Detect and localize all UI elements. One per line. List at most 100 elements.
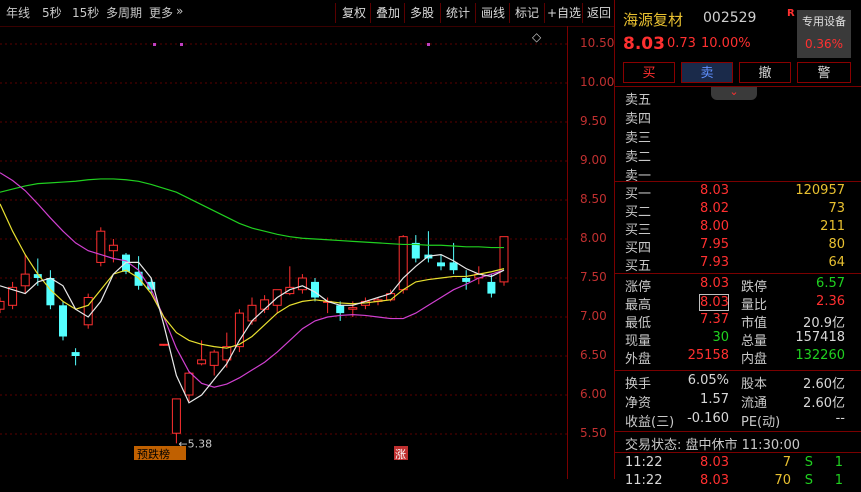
buy-order-label: 买三 bbox=[625, 223, 652, 238]
fund-value: 2.60亿 bbox=[803, 377, 845, 392]
fund-label: 流通 bbox=[741, 396, 768, 411]
event-marker-dot bbox=[180, 43, 183, 46]
cancel-order-button[interactable]: 撤 bbox=[739, 62, 791, 83]
buy-order-label: 买四 bbox=[625, 241, 652, 256]
candle-body bbox=[184, 372, 194, 396]
stat-label: 最高 bbox=[625, 298, 652, 313]
trade-status: 交易状态: 盘中休市 11:30:00 bbox=[625, 438, 801, 453]
fund-row: 净资 1.57 流通 2.60亿 bbox=[615, 392, 861, 411]
stat-value: 2.36 bbox=[816, 294, 845, 309]
candle-body bbox=[297, 277, 307, 291]
buy-button[interactable]: 买 bbox=[623, 62, 675, 83]
stat-label: 最低 bbox=[625, 316, 652, 331]
more-arrow-icon[interactable]: » bbox=[176, 4, 183, 18]
chart-toolbar: 年线 5秒 15秒 多周期 更多 » 复权 叠加 多股 统计 画线 标记 +自选… bbox=[0, 0, 614, 27]
candle-body bbox=[20, 273, 30, 287]
candle-body bbox=[411, 242, 420, 259]
stat-value: 6.57 bbox=[816, 276, 845, 291]
tick-direction: S bbox=[804, 473, 813, 488]
candle-body bbox=[311, 281, 319, 298]
add-watchlist-button[interactable]: +自选 bbox=[547, 4, 581, 21]
buy-order-volume: 64 bbox=[828, 255, 845, 270]
candle-body bbox=[197, 359, 207, 365]
candle-body bbox=[348, 307, 358, 310]
stat-label: 总量 bbox=[741, 334, 768, 349]
fund-value: -- bbox=[835, 411, 845, 426]
draw-line-button[interactable]: 画线 bbox=[481, 4, 505, 21]
stat-value: 8.03 bbox=[699, 294, 729, 311]
y-tick-label: 9.50 bbox=[580, 114, 607, 128]
stat-row: 涨停 8.03 跌停 6.57 bbox=[615, 276, 861, 295]
candle-body bbox=[336, 305, 345, 314]
buy-order-label: 买二 bbox=[625, 205, 652, 220]
sector-name: 专用设备 bbox=[802, 15, 846, 28]
fund-label: 净资 bbox=[625, 396, 652, 411]
quote-panel: 海源复材 002529 R 专用设备 0.36% 8.03 0.73 10.00… bbox=[614, 0, 861, 488]
buy-order-row: 买一 8.03 120957 bbox=[615, 183, 861, 202]
period-15s[interactable]: 15秒 bbox=[72, 4, 99, 21]
period-5s[interactable]: 5秒 bbox=[42, 4, 62, 21]
y-tick-label: 7.50 bbox=[580, 270, 607, 284]
stat-row: 外盘 25158 内盘 132260 bbox=[615, 348, 861, 367]
buy-order-price: 7.95 bbox=[700, 237, 729, 252]
mark-button[interactable]: 标记 bbox=[515, 4, 539, 21]
candle-body bbox=[171, 398, 181, 434]
buy-order-row: 买三 8.00 211 bbox=[615, 219, 861, 238]
candle-body bbox=[437, 262, 445, 267]
candle-body bbox=[71, 352, 80, 356]
y-tick-label: 10.00 bbox=[580, 75, 615, 89]
fund-value: -0.160 bbox=[687, 411, 729, 426]
tick-row: 11:22 8.03 7 S 1 bbox=[615, 455, 861, 474]
fund-row: 换手 6.05% 股本 2.60亿 bbox=[615, 373, 861, 392]
stat-label: 涨停 bbox=[625, 280, 652, 295]
sector-box[interactable]: 专用设备 0.36% bbox=[797, 10, 851, 58]
overlay-button[interactable]: 叠加 bbox=[376, 4, 400, 21]
tick-volume: 7 bbox=[782, 455, 791, 470]
multi-period[interactable]: 多周期 bbox=[106, 4, 142, 21]
ma-line-yellow bbox=[0, 203, 505, 349]
y-tick-label: 5.50 bbox=[580, 426, 607, 440]
adjust-button[interactable]: 复权 bbox=[342, 4, 366, 21]
tag-drop-label: 预跌榜 bbox=[137, 447, 170, 461]
chart-settings-icon[interactable]: ◇ bbox=[532, 30, 542, 44]
candlestick-chart[interactable]: ←5.38预跌榜 涨◇ bbox=[0, 26, 567, 479]
sector-change: 0.36% bbox=[804, 37, 844, 51]
period-year[interactable]: 年线 bbox=[6, 4, 30, 21]
candle-body bbox=[0, 300, 5, 310]
fund-row: 收益(三) -0.160 PE(动) -- bbox=[615, 411, 861, 430]
candle-body bbox=[108, 244, 118, 252]
y-tick-label: 6.50 bbox=[580, 348, 607, 362]
stock-name: 海源复材 bbox=[623, 11, 684, 29]
stat-value: 132260 bbox=[795, 348, 845, 363]
tick-price: 8.03 bbox=[700, 473, 729, 488]
buy-order-volume: 120957 bbox=[795, 183, 845, 198]
buy-order-price: 8.00 bbox=[700, 219, 729, 234]
last-price: 8.03 bbox=[623, 34, 665, 54]
candle-body bbox=[449, 262, 458, 271]
candle-body bbox=[462, 278, 471, 282]
back-button[interactable]: 返回 bbox=[587, 4, 611, 21]
y-tick-label: 8.00 bbox=[580, 231, 607, 245]
sell-button[interactable]: 卖 bbox=[681, 62, 733, 83]
stat-label: 市值 bbox=[741, 316, 768, 331]
y-tick-label: 6.00 bbox=[580, 387, 607, 401]
candle-body bbox=[59, 305, 67, 337]
alert-button[interactable]: 警 bbox=[797, 62, 851, 83]
fund-label: 股本 bbox=[741, 377, 768, 392]
tag-rise-label: 涨 bbox=[395, 448, 406, 461]
tick-price: 8.03 bbox=[700, 455, 729, 470]
stat-label: 内盘 bbox=[741, 352, 768, 367]
more-periods[interactable]: 更多 bbox=[149, 4, 173, 21]
multi-stock-button[interactable]: 多股 bbox=[410, 4, 434, 21]
sell-order-row: 卖三 bbox=[615, 127, 861, 146]
stats-button[interactable]: 统计 bbox=[446, 4, 470, 21]
price-change: 0.73 bbox=[667, 36, 696, 51]
sell-order-label: 卖四 bbox=[625, 112, 652, 127]
stat-value: 20.9亿 bbox=[803, 316, 845, 331]
tick-time: 11:22 bbox=[625, 473, 663, 488]
sell-order-row: 卖五 bbox=[615, 89, 861, 108]
candle-body bbox=[96, 230, 106, 263]
stat-label: 量比 bbox=[741, 298, 768, 313]
stat-label: 跌停 bbox=[741, 280, 768, 295]
stat-value: 157418 bbox=[795, 330, 845, 345]
